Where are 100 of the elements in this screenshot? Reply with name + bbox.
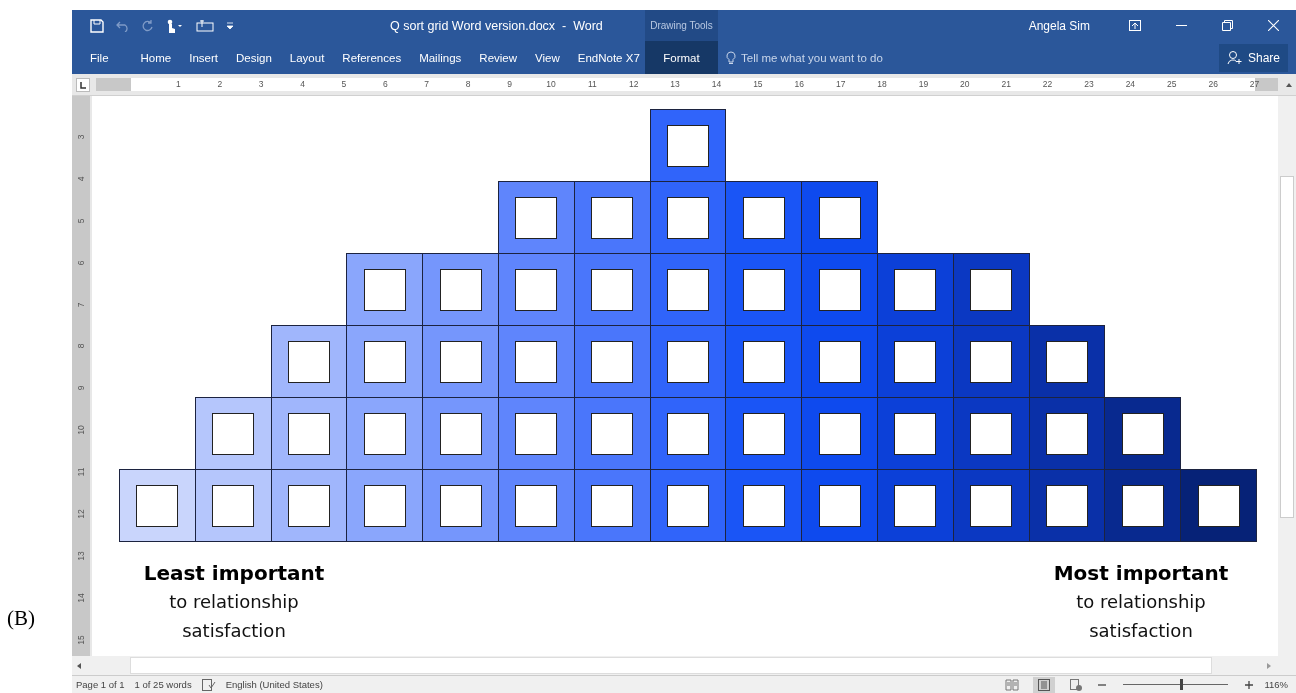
draw-table-icon[interactable]: [196, 19, 214, 32]
card-slot: [818, 340, 861, 383]
card-slot: [591, 484, 634, 527]
touch-mode-icon[interactable]: [166, 18, 184, 33]
ruler-number: 20: [960, 78, 970, 91]
ruler-number: 25: [1167, 78, 1177, 91]
ruler-number: 4: [76, 176, 86, 182]
zoom-in-button[interactable]: [1244, 679, 1255, 690]
card-slot: [894, 268, 937, 311]
ribbon-tab[interactable]: View: [526, 41, 569, 74]
card-slot: [363, 268, 406, 311]
ruler-number: 15: [753, 78, 763, 91]
card-slot: [439, 412, 482, 455]
card-slot: [894, 340, 937, 383]
web-view-icon: [1069, 678, 1084, 691]
ribbon-tab[interactable]: Format: [645, 41, 718, 74]
card-slot: [591, 340, 634, 383]
ruler-number: 10: [76, 425, 86, 435]
card-slot: [288, 340, 330, 383]
ruler-number: 8: [76, 344, 86, 349]
card-slot: [1121, 412, 1164, 455]
card-slot: [818, 196, 861, 239]
card-slot: [439, 268, 482, 311]
card-slot: [439, 340, 482, 383]
user-name[interactable]: Angela Sim: [1028, 18, 1090, 33]
card-slot: [970, 340, 1013, 383]
language[interactable]: English (United States): [225, 679, 323, 690]
ruler-number: 19: [918, 78, 929, 91]
card-slot: [515, 412, 558, 455]
redo-icon[interactable]: [142, 19, 154, 32]
card-slot: [591, 268, 634, 311]
plus-icon: [1244, 679, 1255, 690]
ribbon-tab[interactable]: Design: [227, 41, 281, 74]
card-slot: [742, 412, 785, 455]
word-count[interactable]: 1 of 25 words: [134, 679, 192, 690]
ruler-number: 17: [835, 78, 846, 91]
ruler-number: 9: [76, 385, 86, 391]
caption-title: Least important: [143, 561, 325, 585]
card-slot: [666, 124, 709, 167]
ruler-number: 16: [794, 78, 804, 91]
ruler-number: 9: [507, 78, 512, 91]
restore-icon[interactable]: [1221, 20, 1233, 31]
ruler-number: 5: [341, 78, 347, 91]
ruler-number: 14: [711, 78, 722, 91]
ruler-number: 6: [383, 78, 388, 91]
customize-icon[interactable]: [226, 21, 234, 30]
card-slot: [970, 412, 1013, 455]
page-count[interactable]: Page 1 of 1: [76, 679, 125, 690]
ribbon-tab[interactable]: Home: [131, 41, 181, 74]
ruler-number: 24: [1125, 78, 1136, 91]
card-slot: [666, 268, 709, 311]
card-slot: [666, 484, 709, 527]
ruler-number: 21: [1001, 78, 1011, 91]
save-icon[interactable]: [90, 18, 104, 33]
card-slot: [1045, 484, 1088, 527]
vertical-scrollbar[interactable]: [1278, 96, 1296, 656]
card-slot: [742, 196, 785, 239]
file-tab[interactable]: File: [72, 41, 118, 74]
ruler-number: 7: [76, 302, 86, 307]
ruler-number: 12: [76, 509, 86, 519]
close-icon[interactable]: [1267, 20, 1279, 31]
ribbon-tab[interactable]: References: [333, 41, 411, 74]
ribbon-tab[interactable]: Mailings: [410, 41, 471, 74]
ruler-number: 11: [76, 467, 86, 477]
card-slot: [363, 340, 406, 383]
proofing-icon[interactable]: [201, 678, 216, 691]
share-button[interactable]: Share: [1218, 43, 1288, 72]
person-icon: [1226, 50, 1243, 65]
card-slot: [894, 412, 937, 455]
card-slot: [515, 340, 558, 383]
ruler-number: 26: [1208, 78, 1218, 91]
ruler-number: 23: [1084, 78, 1094, 91]
card-slot: [515, 196, 558, 239]
card-slot: [666, 340, 709, 383]
ribbon-tab[interactable]: Review: [470, 41, 527, 74]
card-slot: [136, 484, 179, 527]
card-slot: [666, 412, 709, 455]
card-slot: [591, 412, 634, 455]
card-slot: [363, 412, 406, 455]
ruler-number: 12: [628, 78, 639, 91]
minimize-icon[interactable]: [1175, 25, 1187, 26]
view-button[interactable]: [1033, 676, 1056, 693]
card-slot: [1045, 340, 1088, 383]
zoom-level[interactable]: 116%: [1264, 679, 1288, 690]
ribbon-tab[interactable]: Insert: [180, 41, 227, 74]
caption-title: Most important: [1053, 561, 1229, 585]
tab-selector-icon[interactable]: [76, 77, 90, 92]
tell-me-field[interactable]: Tell me what you want to do: [718, 50, 1219, 65]
ruler-number: 22: [1042, 78, 1053, 91]
card-slot: [818, 412, 861, 455]
ruler-margin: [96, 78, 131, 91]
ruler-number: 11: [587, 78, 597, 91]
horizontal-scrollbar[interactable]: [72, 656, 1296, 676]
ribbon-tab[interactable]: Layout: [280, 41, 334, 74]
card-slot: [212, 484, 255, 527]
caption-subtitle: to relationship satisfaction: [168, 590, 300, 643]
ribbon-display-icon[interactable]: [1129, 20, 1141, 31]
ruler-number: 7: [424, 78, 430, 91]
ruler-number: 5: [76, 218, 86, 224]
undo-icon[interactable]: [116, 19, 130, 32]
